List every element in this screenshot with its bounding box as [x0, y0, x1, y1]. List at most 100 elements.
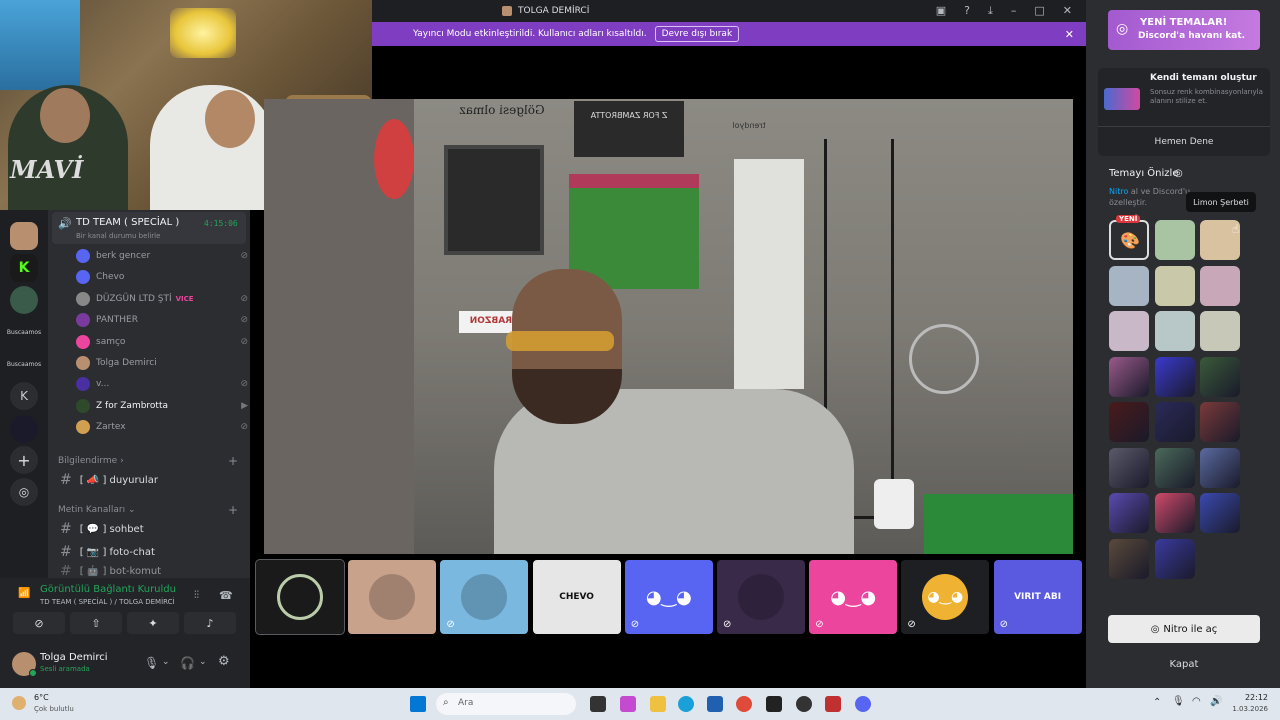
voice-user[interactable]: berk gencer ⊘ — [76, 247, 248, 265]
voice-user[interactable]: Zartex ⊘ — [76, 418, 248, 436]
theme-swatch[interactable] — [1109, 356, 1149, 397]
server-icon-landscape[interactable] — [10, 286, 38, 314]
theme-swatch[interactable] — [1109, 447, 1149, 488]
add-text-channel-icon[interactable]: + — [228, 503, 238, 517]
voice-user[interactable]: Z for Zambrotta ▶ — [76, 397, 248, 415]
theme-swatch[interactable] — [1200, 402, 1240, 442]
theme-swatch[interactable] — [1109, 265, 1149, 306]
start-icon[interactable] — [410, 696, 426, 712]
theme-swatch[interactable] — [1154, 402, 1195, 442]
theme-swatch[interactable] — [1200, 265, 1240, 306]
share-screen-button[interactable]: ⇧ — [70, 612, 122, 634]
try-now-button[interactable]: Hemen Dene — [1098, 126, 1270, 156]
text-channel-foto-chat[interactable]: #[ 📷 ] foto-chat — [58, 543, 248, 561]
theme-swatch[interactable] — [1200, 493, 1240, 533]
participant-tile[interactable]: ◕‿◕ ⊘ — [624, 560, 713, 634]
taskbar-search[interactable]: Ara — [436, 693, 576, 715]
weather-icon[interactable] — [12, 696, 26, 710]
maximize-icon[interactable]: □ — [1034, 4, 1044, 18]
active-voice-channel[interactable]: 🔊 TD TEAM ( SPECİAL ) 4:15:06 Bir kanal … — [52, 212, 246, 244]
camera-off-button[interactable]: ⊘ — [13, 612, 65, 634]
main-video-stream[interactable]: Gölgesi olmaz Z FOR ZAMBROTTA trendyol T… — [264, 99, 1073, 554]
close-banner-icon[interactable]: ✕ — [1065, 28, 1074, 41]
explorer-icon[interactable] — [650, 696, 666, 712]
participant-tile[interactable]: ⊘ — [440, 560, 529, 634]
soundboard-button[interactable]: ♪ — [184, 612, 236, 634]
server-icon-1[interactable]: Buscaamos — [7, 318, 41, 346]
tray-chevron-icon[interactable]: ⌃ — [1153, 697, 1161, 708]
disable-streamer-button[interactable]: Devre dışı bırak — [654, 26, 740, 42]
participant-tile[interactable] — [348, 560, 437, 634]
store-icon[interactable] — [707, 696, 723, 712]
theme-swatch[interactable] — [1154, 356, 1195, 397]
participant-tile[interactable]: ⊘ — [717, 560, 805, 634]
close-window-icon[interactable]: ✕ — [1063, 4, 1072, 18]
unlock-with-nitro-button[interactable]: ◎ Nitro ile aç — [1108, 615, 1260, 643]
channel-status-placeholder[interactable]: Bir kanal durumu belirle — [76, 232, 160, 240]
wifi-icon[interactable]: ◠ — [1192, 696, 1201, 707]
theme-swatch[interactable] — [1154, 538, 1195, 579]
category-info[interactable]: Bilgilendirme › — [58, 456, 124, 466]
chrome-icon[interactable] — [736, 696, 752, 712]
participant-tile[interactable]: ◕‿◕ ⊘ — [809, 560, 898, 634]
signal-icon[interactable]: 📶 — [18, 588, 30, 599]
server-icon-k[interactable]: K — [10, 382, 38, 410]
theme-swatch[interactable] — [1109, 311, 1149, 351]
edge-icon[interactable] — [678, 696, 694, 712]
app-icon-2[interactable] — [796, 696, 812, 712]
app-icon-3[interactable] — [825, 696, 841, 712]
app-icon-1[interactable] — [766, 696, 782, 712]
discover-icon[interactable]: ◎ — [10, 478, 38, 506]
theme-swatch[interactable] — [1154, 311, 1195, 351]
server-icon-user[interactable] — [10, 222, 38, 250]
text-channel-sohbet[interactable]: #[ 💬 ] sohbet — [58, 520, 248, 538]
disconnect-icon[interactable]: ☎ — [219, 589, 233, 602]
help-icon[interactable]: ? — [964, 4, 970, 18]
noise-suppression-icon[interactable]: ⫶⫶ — [194, 590, 199, 601]
add-channel-icon[interactable]: + — [228, 454, 238, 468]
task-view-icon[interactable] — [590, 696, 606, 712]
kick-server-icon[interactable]: K — [10, 254, 38, 282]
text-channel-duyurular[interactable]: #[ 📣 ] duyurular — [58, 471, 248, 489]
theme-swatch[interactable] — [1200, 356, 1240, 397]
promo-banner[interactable]: ◎ YENİ TEMALAR! Discord'a havanı kat. — [1108, 10, 1260, 50]
category-text[interactable]: Metin Kanalları ⌄ — [58, 505, 136, 515]
theme-swatch[interactable] — [1154, 220, 1195, 260]
server-icon-2[interactable]: Buscaamos — [7, 350, 41, 378]
theme-swatch[interactable] — [1109, 493, 1149, 533]
theme-swatch[interactable] — [1200, 447, 1240, 488]
voice-user[interactable]: samço ⊘ — [76, 333, 248, 351]
participant-tile[interactable]: CHEVO — [532, 560, 621, 634]
copilot-icon[interactable] — [620, 696, 636, 712]
participant-tile[interactable]: ◕‿◕ ⊘ — [901, 560, 990, 634]
voice-user[interactable]: PANTHER ⊘ — [76, 311, 248, 329]
close-button[interactable]: Kapat — [1108, 652, 1260, 676]
minimize-icon[interactable]: – — [1011, 4, 1017, 18]
chevron-down-icon[interactable]: ⌄ — [199, 657, 207, 667]
voice-user[interactable]: DÜZGÜN LTD ŞTİ VICE ⊘ — [76, 290, 248, 308]
inbox-icon[interactable]: ▣ — [936, 4, 946, 18]
theme-swatch[interactable] — [1154, 265, 1195, 306]
mic-tray-icon[interactable]: 🎙 — [1172, 696, 1185, 707]
gear-icon[interactable]: ⚙ — [218, 654, 230, 669]
voice-user[interactable]: Tolga Demirci — [76, 354, 248, 372]
theme-swatch[interactable] — [1200, 311, 1240, 351]
theme-swatch[interactable] — [1154, 447, 1195, 488]
download-icon[interactable]: ⤓ — [988, 4, 993, 18]
theme-swatch[interactable] — [1109, 538, 1149, 579]
voice-user[interactable]: Chevo — [76, 268, 248, 286]
discord-taskbar-icon[interactable] — [855, 696, 871, 712]
text-channel-bot-komut[interactable]: #[ 🤖 ] bot-komut — [58, 565, 248, 577]
volume-icon[interactable]: 🔊 — [1210, 696, 1222, 707]
clock-date[interactable]: 1.03.2026 — [1225, 705, 1268, 713]
participant-tile[interactable]: VIRIT ABI ⊘ — [993, 560, 1082, 634]
clock-time[interactable]: 22:12 — [1238, 693, 1268, 702]
chevron-down-icon[interactable]: ⌄ — [162, 657, 170, 667]
theme-swatch[interactable] — [1109, 402, 1149, 442]
add-server-icon[interactable]: + — [10, 446, 38, 474]
microphone-icon[interactable]: 🎙 — [144, 656, 159, 670]
activities-button[interactable]: ✦ — [127, 612, 179, 634]
theme-swatch[interactable] — [1154, 493, 1195, 533]
participant-tile[interactable] — [255, 559, 345, 635]
voice-user[interactable]: v... ⊘ — [76, 375, 248, 393]
